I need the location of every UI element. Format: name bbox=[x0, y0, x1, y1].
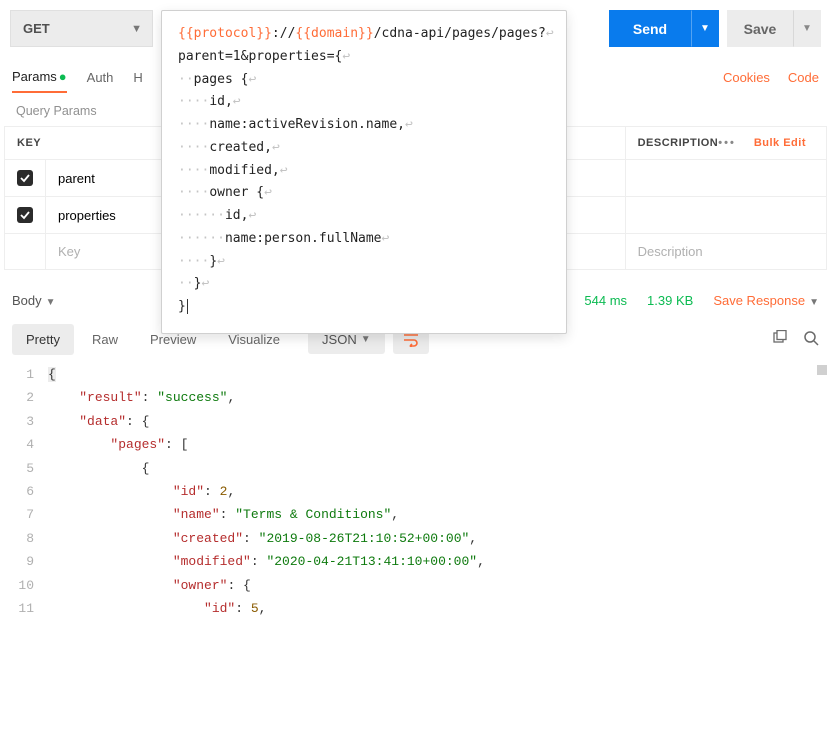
chevron-down-icon: ▼ bbox=[131, 23, 142, 35]
search-icon[interactable] bbox=[803, 330, 819, 350]
save-button[interactable]: Save bbox=[727, 10, 793, 47]
bulk-edit-link[interactable]: Bulk Edit bbox=[754, 137, 814, 149]
response-size: 1.39 KB bbox=[647, 293, 693, 308]
active-dot-icon: ● bbox=[59, 69, 67, 84]
save-response-link[interactable]: Save Response▼ bbox=[713, 293, 819, 308]
url-input-expanded[interactable]: {{protocol}}://{{domain}}/cdna-api/pages… bbox=[161, 10, 567, 334]
http-method-label: GET bbox=[23, 21, 50, 36]
send-button[interactable]: Send bbox=[609, 10, 691, 47]
http-method-select[interactable]: GET ▼ bbox=[10, 10, 153, 47]
tab-params[interactable]: Params● bbox=[12, 63, 67, 93]
chevron-down-icon: ▼ bbox=[809, 297, 819, 308]
response-time: 544 ms bbox=[584, 293, 627, 308]
view-pretty[interactable]: Pretty bbox=[12, 324, 74, 355]
copy-icon[interactable] bbox=[771, 330, 787, 350]
qp-desc-header: DESCRIPTION bbox=[638, 137, 719, 149]
cookies-link[interactable]: Cookies bbox=[723, 70, 770, 85]
checkbox[interactable] bbox=[17, 207, 33, 223]
view-raw[interactable]: Raw bbox=[78, 324, 132, 355]
minimap-icon bbox=[817, 365, 827, 375]
checkbox[interactable] bbox=[17, 170, 33, 186]
response-body[interactable]: 1{ 2 "result": "success", 3 "data": { 4 … bbox=[0, 363, 831, 620]
tab-auth[interactable]: Auth bbox=[87, 64, 114, 91]
save-more-button[interactable]: ▼ bbox=[793, 10, 821, 47]
chevron-down-icon: ▼ bbox=[46, 297, 56, 308]
chevron-down-icon: ▼ bbox=[361, 334, 371, 345]
code-link[interactable]: Code bbox=[788, 70, 819, 85]
send-more-button[interactable]: ▼ bbox=[691, 10, 719, 47]
more-icon[interactable]: ••• bbox=[718, 137, 740, 149]
tab-headers[interactable]: H bbox=[133, 64, 142, 91]
response-body-tab[interactable]: Body▼ bbox=[12, 293, 56, 308]
qp-desc-input[interactable] bbox=[638, 244, 814, 259]
